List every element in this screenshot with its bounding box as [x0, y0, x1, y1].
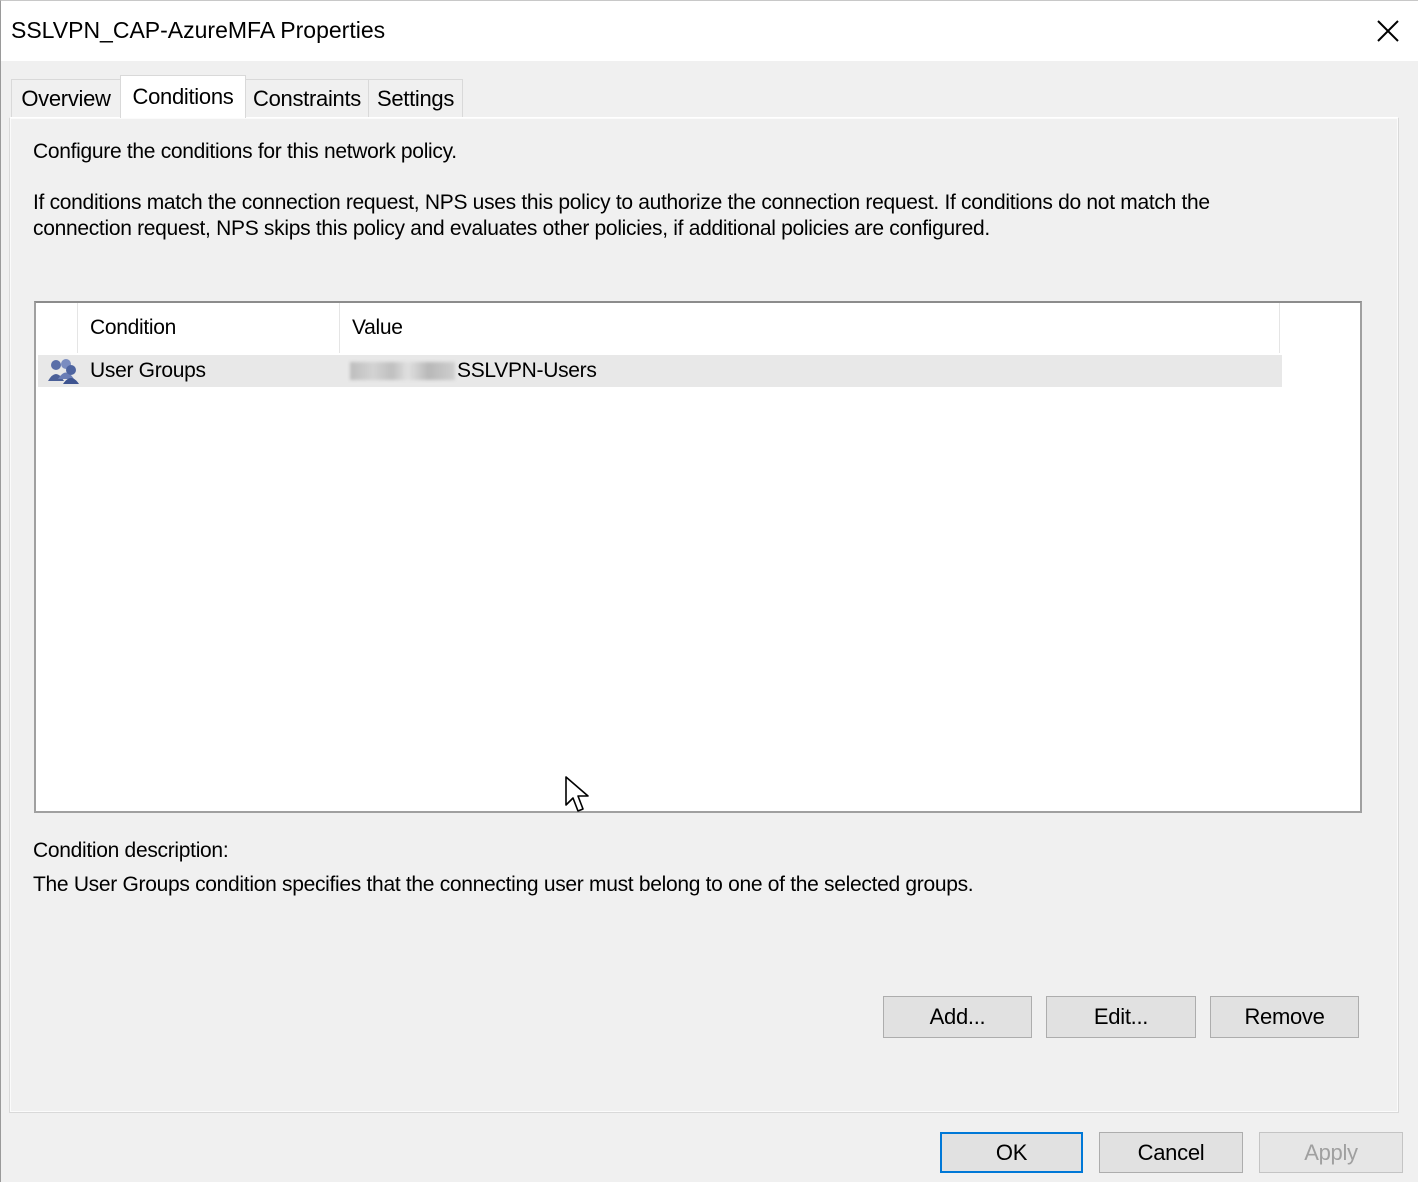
cancel-button[interactable]: Cancel: [1099, 1132, 1243, 1173]
apply-button[interactable]: Apply: [1259, 1132, 1403, 1173]
properties-dialog: SSLVPN_CAP-AzureMFA Properties Overview …: [0, 0, 1418, 1182]
add-button[interactable]: Add...: [883, 996, 1032, 1038]
row-value-text: SSLVPN-Users: [457, 359, 597, 382]
tab-settings[interactable]: Settings: [368, 79, 463, 117]
icon-column-header: [36, 303, 78, 353]
conditions-list[interactable]: Condition Value User Groups SSLVPN-Users: [34, 301, 1362, 813]
remove-button[interactable]: Remove: [1210, 996, 1359, 1038]
table-row[interactable]: User Groups SSLVPN-Users: [38, 355, 1282, 387]
intro-text: Configure the conditions for this networ…: [33, 140, 457, 163]
row-value: SSLVPN-Users: [350, 355, 1250, 387]
redacted-domain: [350, 362, 455, 380]
tab-conditions[interactable]: Conditions: [120, 75, 246, 118]
condition-description-text: The User Groups condition specifies that…: [33, 873, 974, 896]
window-title: SSLVPN_CAP-AzureMFA Properties: [11, 17, 386, 43]
explanation-line-2: connection request, NPS skips this polic…: [33, 217, 990, 240]
tab-strip: Overview Conditions Constraints Settings: [1, 61, 1418, 118]
mouse-cursor-icon: [565, 776, 589, 812]
explanation-line-1: If conditions match the connection reque…: [33, 191, 1210, 214]
edit-button[interactable]: Edit...: [1046, 996, 1196, 1038]
ok-button[interactable]: OK: [940, 1132, 1083, 1173]
list-header: Condition Value: [36, 303, 1280, 353]
user-groups-icon: [46, 355, 80, 387]
tab-overview[interactable]: Overview: [11, 79, 121, 117]
condition-description-label: Condition description:: [33, 839, 229, 862]
row-condition: User Groups: [90, 359, 206, 382]
column-header-value[interactable]: Value: [340, 303, 1280, 353]
column-header-condition[interactable]: Condition: [78, 303, 340, 353]
tab-constraints[interactable]: Constraints: [245, 79, 369, 117]
close-icon: [1377, 20, 1399, 42]
close-button[interactable]: [1357, 1, 1418, 61]
title-bar[interactable]: SSLVPN_CAP-AzureMFA Properties: [1, 1, 1418, 61]
